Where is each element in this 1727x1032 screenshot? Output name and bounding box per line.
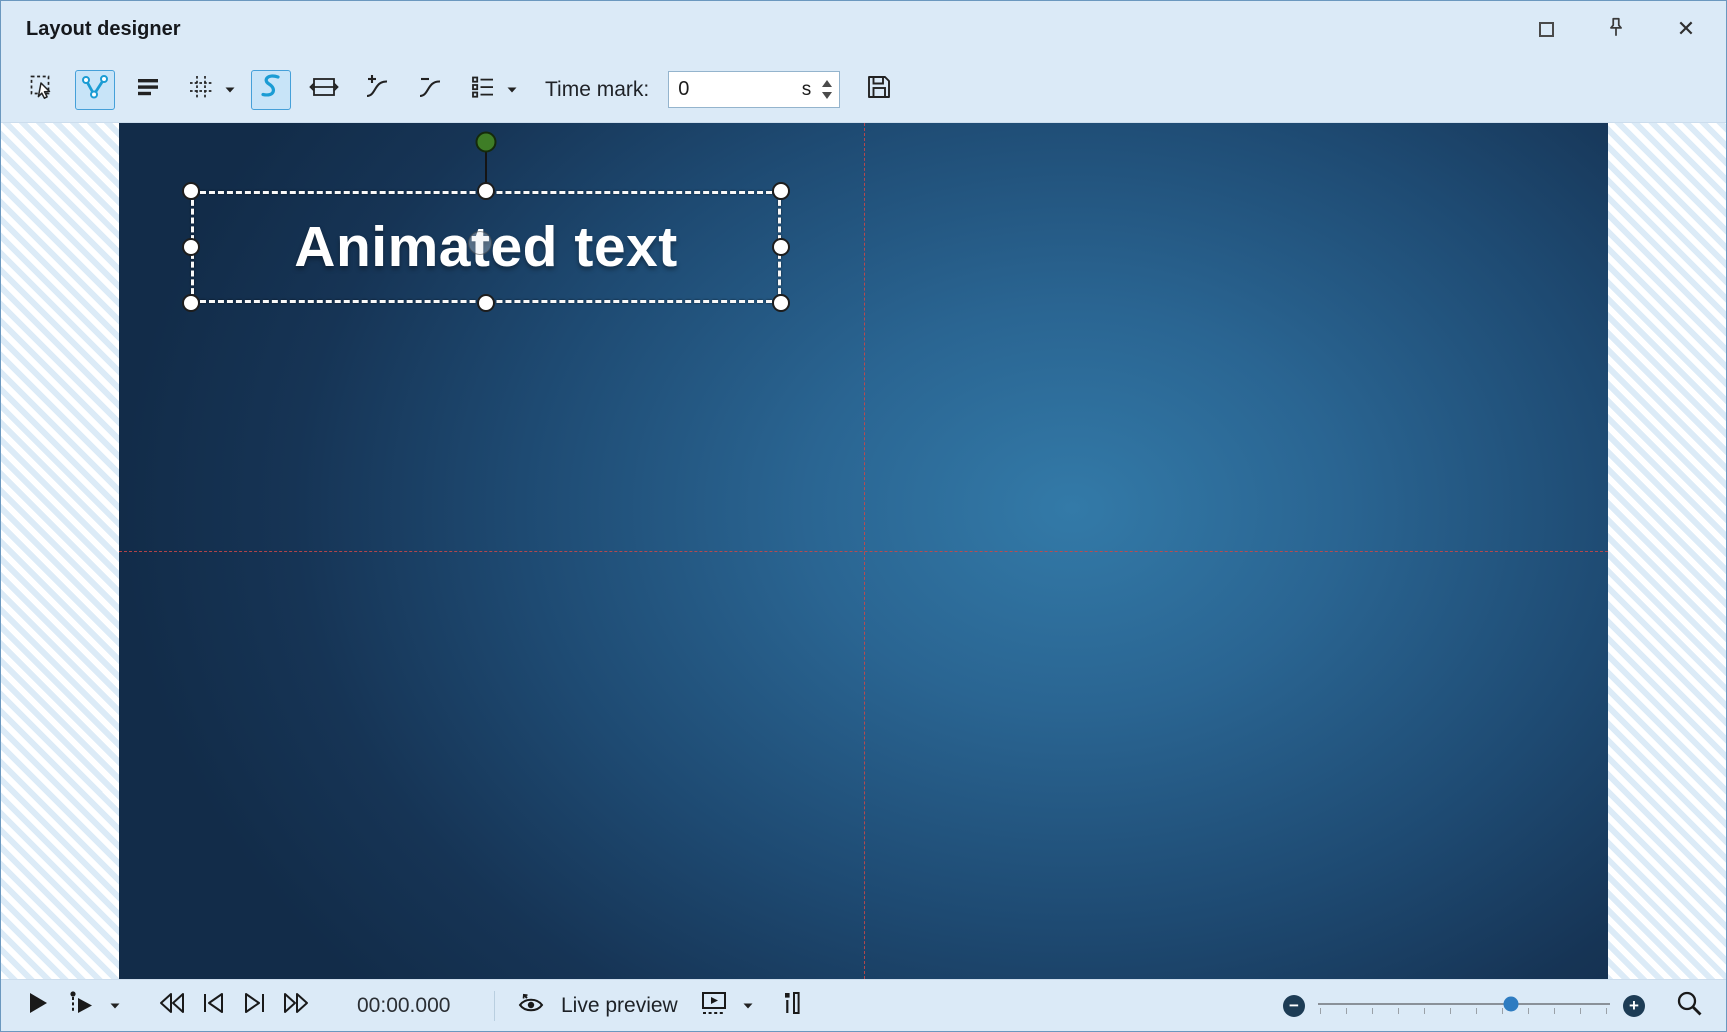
toolbar: Time mark: s [1,57,1726,123]
keyframe-list-split-button [463,70,520,110]
grid-split-button [181,70,238,110]
curve-add-icon [363,73,391,106]
smooth-curve-button[interactable] [251,70,291,110]
spinner-down-icon[interactable] [822,92,832,99]
design-canvas[interactable]: Animated text [119,123,1608,979]
select-tool-button[interactable] [22,70,62,110]
play-from-marker-icon [66,989,96,1022]
pin-icon [1604,15,1628,44]
maximize-button[interactable] [1532,15,1560,43]
layout-designer-window: Layout designer ✕ [0,0,1727,1032]
zoom-in-button[interactable]: + [1623,995,1645,1017]
layout-columns-icon [781,989,803,1022]
zoom-slider-track[interactable] [1318,1003,1610,1005]
curve-add-button[interactable] [357,70,397,110]
previous-frame-button[interactable] [196,987,230,1025]
time-mark-label: Time mark: [545,78,649,102]
center-guide-horizontal [119,551,1608,552]
next-frame-icon [241,990,269,1021]
stage-background: Animated text [1,123,1726,979]
zoom-fit-button[interactable] [1672,987,1706,1025]
skip-to-end-button[interactable] [280,987,314,1025]
pin-button[interactable] [1602,15,1630,43]
grid-options-chevron[interactable] [222,70,238,110]
center-pivot-handle[interactable] [468,231,492,255]
live-preview-toggle[interactable] [514,987,548,1025]
select-tool-icon [28,73,56,106]
preview-monitor-chevron[interactable] [740,986,756,1026]
resize-handle-bottom-middle[interactable] [477,294,495,312]
save-icon [865,73,893,106]
play-button[interactable] [21,987,55,1025]
resize-handle-middle-right[interactable] [772,238,790,256]
edit-path-icon [81,73,109,106]
resize-handle-middle-left[interactable] [182,238,200,256]
close-button[interactable]: ✕ [1672,15,1700,43]
zoom-slider-ticks [1320,1008,1610,1014]
smooth-curve-icon [256,72,286,107]
chevron-down-icon [224,81,236,99]
rotation-handle[interactable] [476,132,497,153]
magnifier-icon [1674,988,1704,1023]
spinner-up-icon[interactable] [822,80,832,87]
play-icon [25,989,51,1022]
align-lines-button[interactable] [128,70,168,110]
transport-controls [154,987,314,1025]
zoom-slider[interactable] [1318,993,1610,1019]
zoom-controls: − + [1283,987,1706,1025]
separator [494,991,495,1021]
time-mark-field: s [668,71,840,108]
maximize-icon [1539,22,1554,37]
resize-handle-bottom-right[interactable] [772,294,790,312]
previous-frame-icon [199,990,227,1021]
window-title: Layout designer [26,18,180,41]
titlebar: Layout designer ✕ [1,1,1726,57]
resize-handle-top-left[interactable] [182,182,200,200]
curve-remove-button[interactable] [410,70,450,110]
eye-icon [516,989,546,1022]
resize-handle-bottom-left[interactable] [182,294,200,312]
keyframe-list-chevron[interactable] [504,70,520,110]
preview-monitor-button[interactable] [697,987,731,1025]
chevron-down-icon [109,997,121,1015]
skip-to-start-icon [155,990,187,1021]
play-options-chevron[interactable] [107,986,123,1026]
keyframe-list-button[interactable] [463,70,503,110]
layout-columns-button[interactable] [775,987,809,1025]
grid-button[interactable] [181,70,221,110]
chevron-down-icon [742,997,754,1015]
live-preview-label: Live preview [561,994,678,1018]
zoom-out-button[interactable]: − [1283,995,1305,1017]
transform-frame-icon [309,73,339,106]
grid-icon [187,73,215,106]
window-controls: ✕ [1532,15,1700,43]
curve-remove-icon [416,73,444,106]
keyframe-list-icon [469,73,497,106]
transform-frame-button[interactable] [304,70,344,110]
next-frame-button[interactable] [238,987,272,1025]
save-button[interactable] [859,70,899,110]
time-mark-spinner [819,72,839,107]
time-display: 00:00.000 [357,994,465,1018]
skip-to-end-icon [281,990,313,1021]
resize-handle-top-middle[interactable] [477,182,495,200]
playback-bar: 00:00.000 Live preview − [1,979,1726,1031]
align-lines-icon [134,73,162,106]
preview-monitor-icon [699,989,729,1022]
zoom-slider-thumb[interactable] [1503,996,1518,1011]
resize-handle-top-right[interactable] [772,182,790,200]
close-icon: ✕ [1677,18,1695,40]
text-selection[interactable]: Animated text [191,191,781,303]
skip-to-start-button[interactable] [154,987,188,1025]
time-mark-input[interactable] [669,78,798,101]
time-mark-unit: s [802,79,812,101]
play-from-marker-button[interactable] [64,987,98,1025]
edit-path-button[interactable] [75,70,115,110]
chevron-down-icon [506,81,518,99]
